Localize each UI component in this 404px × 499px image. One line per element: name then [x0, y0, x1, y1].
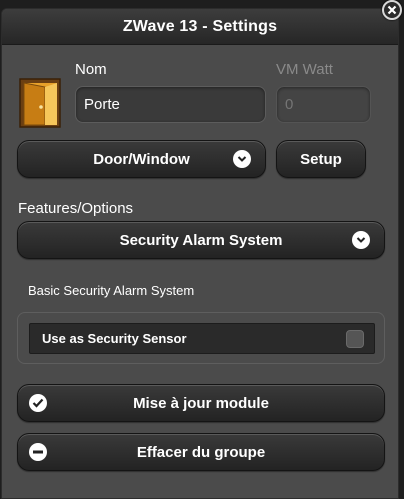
security-sensor-checkbox[interactable]	[346, 330, 364, 348]
features-description: Basic Security Alarm System	[28, 283, 195, 298]
dialog-title: ZWave 13 - Settings	[122, 17, 278, 35]
dialog-titlebar: ZWave 13 - Settings	[2, 9, 398, 45]
setup-button[interactable]: Setup	[276, 140, 366, 178]
security-sensor-group: Use as Security Sensor	[17, 312, 385, 364]
device-type-select[interactable]: Door/Window	[17, 140, 266, 178]
nom-label: Nom	[75, 61, 107, 78]
minus-icon	[29, 443, 47, 461]
remove-from-group-button[interactable]: Effacer du groupe	[17, 433, 385, 471]
door-icon	[19, 78, 61, 128]
close-button[interactable]	[382, 0, 402, 20]
security-sensor-toggle[interactable]: Use as Security Sensor	[29, 323, 375, 354]
chevron-down-icon	[352, 231, 370, 249]
security-sensor-label: Use as Security Sensor	[42, 331, 187, 346]
update-module-button[interactable]: Mise à jour module	[17, 384, 385, 422]
update-module-label: Mise à jour module	[133, 394, 269, 412]
chevron-down-icon	[233, 150, 251, 168]
features-select[interactable]: Security Alarm System	[17, 221, 385, 259]
settings-dialog: ZWave 13 - Settings Nom VM Watt Door/Win…	[1, 8, 399, 499]
vm-watt-input[interactable]	[276, 86, 371, 123]
features-selected-label: Security Alarm System	[119, 231, 283, 249]
nom-input[interactable]	[75, 86, 266, 123]
device-type-label: Door/Window	[93, 150, 190, 168]
check-icon	[29, 394, 47, 412]
features-label: Features/Options	[18, 200, 134, 217]
remove-from-group-label: Effacer du groupe	[136, 443, 266, 461]
close-icon	[387, 5, 397, 15]
vm-watt-label: VM Watt	[276, 61, 333, 78]
setup-label: Setup	[300, 150, 342, 168]
